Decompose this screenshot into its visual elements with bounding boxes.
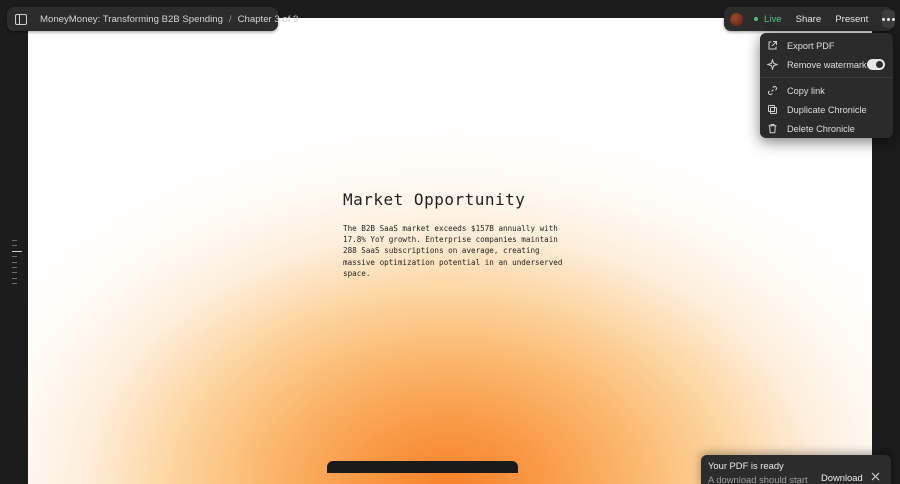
- slide-navigator[interactable]: [12, 240, 22, 289]
- share-button[interactable]: Share: [796, 14, 822, 25]
- slide-marker[interactable]: [12, 283, 17, 285]
- slide-marker[interactable]: [12, 256, 17, 258]
- menu-item-export-pdf[interactable]: Export PDF: [760, 36, 893, 55]
- slide-title: Market Opportunity: [343, 190, 526, 209]
- menu-item-label: Remove watermark: [787, 59, 867, 70]
- menu-item-copy-link[interactable]: Copy link: [760, 81, 893, 100]
- export-icon: [767, 40, 778, 51]
- top-toolbar: Live Share Present: [724, 7, 896, 31]
- dot-icon: [887, 17, 891, 21]
- live-label: Live: [764, 13, 782, 25]
- slide-content: Market Opportunity The B2B SaaS market e…: [343, 190, 583, 279]
- slide-marker[interactable]: [12, 261, 17, 263]
- slide-marker[interactable]: [12, 245, 17, 247]
- menu-item-label: Export PDF: [787, 40, 835, 51]
- slide-body: The B2B SaaS market exceeds $157B annual…: [343, 224, 563, 278]
- slide-marker[interactable]: [12, 277, 17, 279]
- menu-item-label: Delete Chronicle: [787, 123, 855, 134]
- chapter-indicator[interactable]: Chapter 3 of 9: [238, 14, 299, 25]
- menu-item-delete-chronicle[interactable]: Delete Chronicle: [760, 119, 893, 138]
- dot-icon: [892, 17, 896, 21]
- slide-marker-active[interactable]: [12, 250, 22, 252]
- slide-marker[interactable]: [12, 272, 17, 274]
- slide-canvas: Market Opportunity The B2B SaaS market e…: [28, 18, 872, 484]
- close-icon[interactable]: [871, 472, 880, 481]
- download-button[interactable]: Download: [821, 472, 863, 483]
- menu-item-label: Duplicate Chronicle: [787, 104, 867, 115]
- slide-marker[interactable]: [12, 266, 17, 268]
- duplicate-icon: [767, 104, 778, 115]
- present-button[interactable]: Present: [835, 14, 868, 25]
- trash-icon: [767, 123, 778, 134]
- toast-title: Your PDF is ready: [708, 460, 784, 471]
- pdf-ready-toast: Your PDF is ready A download should star…: [701, 455, 891, 484]
- menu-divider: [760, 77, 893, 78]
- presentation-controls-bar[interactable]: [327, 461, 518, 473]
- breadcrumb-separator: /: [228, 13, 232, 25]
- menu-item-label: Copy link: [787, 85, 825, 96]
- slide-marker[interactable]: [12, 240, 17, 241]
- more-options-button[interactable]: [882, 10, 896, 28]
- avatar[interactable]: [730, 12, 743, 26]
- more-options-menu: Export PDF Remove watermark Copy link Du…: [760, 33, 893, 138]
- sidebar-toggle-icon[interactable]: [15, 13, 27, 25]
- live-button[interactable]: Live: [754, 14, 782, 25]
- breadcrumb: MoneyMoney: Transforming B2B Spending / …: [7, 7, 298, 31]
- dot-icon: [882, 17, 886, 21]
- toast-subtitle: A download should start: [708, 474, 808, 484]
- watermark-toggle[interactable]: [867, 59, 885, 70]
- menu-item-duplicate-chronicle[interactable]: Duplicate Chronicle: [760, 100, 893, 119]
- live-dot-icon: [754, 17, 758, 21]
- link-icon: [767, 85, 778, 96]
- document-title[interactable]: MoneyMoney: Transforming B2B Spending: [40, 14, 223, 25]
- menu-item-remove-watermark[interactable]: Remove watermark: [760, 55, 893, 74]
- sparkle-icon: [767, 59, 778, 70]
